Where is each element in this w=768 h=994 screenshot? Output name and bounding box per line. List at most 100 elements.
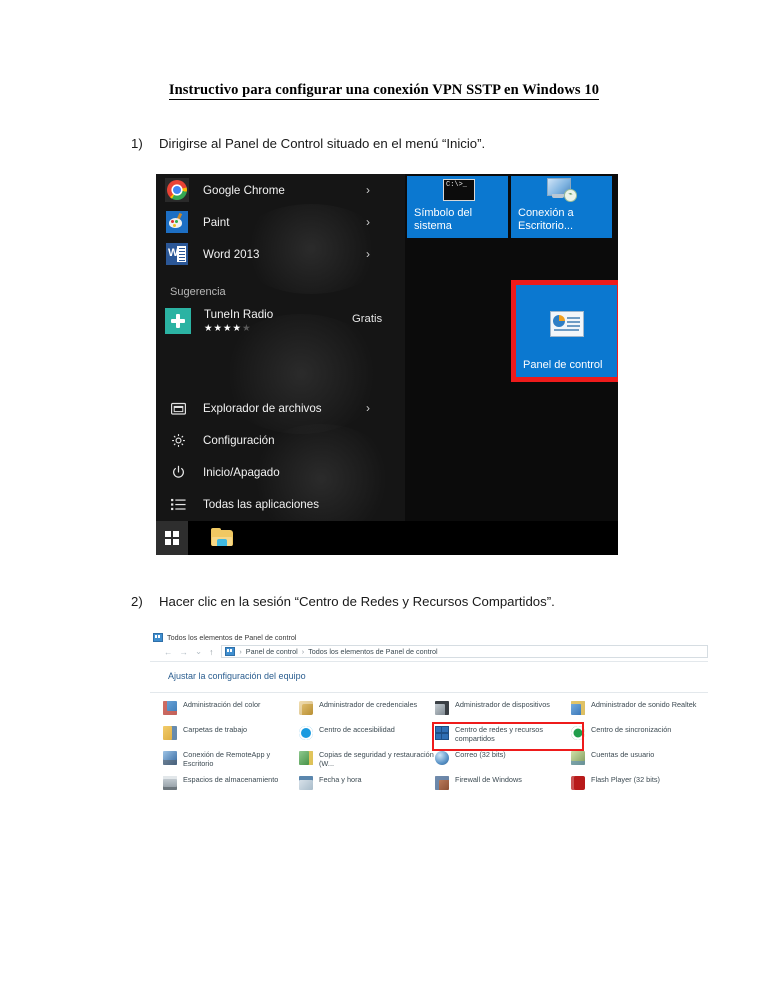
file-explorer-icon: [170, 400, 187, 417]
paint-icon: [165, 210, 189, 234]
address-bar-row: ← → ⌄ ↑ › Panel de control › Todos los e…: [150, 645, 708, 658]
storage-spaces-icon: [162, 775, 178, 791]
control-panel-item-centro-de-redes-y-recursos-compartidos[interactable]: Centro de redes y recursos compartidos: [432, 722, 584, 751]
step-2-marker: 2): [131, 594, 143, 609]
control-panel-item-label: Conexión de RemoteApp y Escritorio: [183, 750, 271, 768]
sidebar-item-configuracion[interactable]: Configuración: [156, 424, 405, 456]
file-explorer-folder-icon[interactable]: [211, 528, 233, 547]
recent-locations-icon[interactable]: ⌄: [195, 646, 202, 657]
chevron-right-icon: ›: [366, 247, 370, 261]
control-panel-item-fecha-y-hora[interactable]: Fecha y hora: [298, 774, 434, 799]
control-panel-item-label: Administrador de dispositivos: [455, 700, 550, 709]
tile-panel-de-control[interactable]: Panel de control: [511, 280, 618, 382]
user-accounts-icon: [570, 750, 586, 766]
start-menu-item-tunein-radio[interactable]: TuneIn Radio ★★★★★ Gratis: [165, 304, 405, 338]
control-panel-item-carpetas-de-trabajo[interactable]: Carpetas de trabajo: [162, 724, 298, 749]
breadcrumb-separator: ›: [301, 647, 305, 656]
page-title: Instructivo para configurar una conexión…: [0, 82, 768, 100]
up-icon[interactable]: ↑: [209, 647, 213, 657]
sidebar-item-explorador-de-archivos[interactable]: Explorador de archivos ›: [156, 392, 405, 424]
step-2: 2) Hacer clic en la sesión “Centro de Re…: [131, 594, 555, 609]
color-management-icon: [162, 700, 178, 716]
control-panel-item-label: Firewall de Windows: [455, 775, 522, 784]
control-panel-item-label: Carpetas de trabajo: [183, 725, 248, 734]
start-menu-item-word-2013[interactable]: W Word 2013 ›: [156, 238, 405, 270]
firewall-icon: [434, 775, 450, 791]
start-menu-screenshot: Google Chrome › Paint › W Word 2013 › Su…: [156, 174, 618, 555]
remoteapp-icon: [162, 750, 178, 766]
control-panel-screenshot: Todos los elementos de Panel de control …: [150, 631, 708, 811]
control-panel-window-icon: [153, 632, 163, 642]
document-page: Instructivo para configurar una conexión…: [0, 0, 768, 994]
tile-conexion-a-escritorio-remoto[interactable]: ⌁ Conexión a Escritorio...: [511, 176, 612, 238]
windows-logo-icon: [165, 531, 179, 545]
chevron-right-icon: ›: [366, 401, 370, 415]
stars-empty: ★: [242, 323, 252, 334]
tile-label: Panel de control: [523, 359, 603, 371]
control-panel-items-grid: Administración del color Carpetas de tra…: [162, 699, 708, 799]
control-panel-item-administracion-del-color[interactable]: Administración del color: [162, 699, 298, 724]
control-panel-item-label: Centro de sincronización: [591, 725, 672, 734]
control-panel-item-correo-32-bits[interactable]: Correo (32 bits): [434, 749, 570, 774]
step-2-text: Hacer clic en la sesión “Centro de Redes…: [159, 594, 555, 609]
chevron-right-icon: ›: [366, 183, 370, 197]
power-icon: [170, 464, 187, 481]
control-panel-item-label: Flash Player (32 bits): [591, 775, 660, 784]
control-panel-column-3: Administrador de dispositivos Centro de …: [432, 699, 584, 799]
control-panel-column-4: Administrador de sonido Realtek Centro d…: [570, 699, 706, 799]
control-panel-heading: Ajustar la configuración del equipo: [168, 671, 306, 681]
backup-restore-icon: [298, 750, 314, 766]
back-icon[interactable]: ←: [164, 647, 173, 657]
sidebar-item-inicio-apagado[interactable]: Inicio/Apagado: [156, 456, 405, 488]
tile-simbolo-del-sistema[interactable]: Símbolo del sistema: [407, 176, 508, 238]
control-panel-item-centro-de-sincronizacion[interactable]: Centro de sincronización: [570, 724, 706, 749]
sidebar-item-label: Todas las aplicaciones: [203, 497, 320, 511]
suggestion-header: Sugerencia: [170, 286, 226, 298]
start-menu-app-list: Google Chrome › Paint › W Word 2013 ›: [156, 174, 405, 270]
control-panel-breadcrumb-icon: [225, 647, 236, 656]
start-menu-item-paint[interactable]: Paint ›: [156, 206, 405, 238]
list-icon: [170, 496, 187, 513]
sidebar-item-todas-las-aplicaciones[interactable]: Todas las aplicaciones: [156, 488, 405, 520]
control-panel-item-flash-player-32-bits[interactable]: Flash Player (32 bits): [570, 774, 706, 799]
control-panel-item-label: Espacios de almacenamiento: [183, 775, 279, 784]
breadcrumb[interactable]: › Panel de control › Todos los elementos…: [221, 645, 708, 658]
control-panel-item-espacios-de-almacenamiento[interactable]: Espacios de almacenamiento: [162, 774, 298, 799]
start-button[interactable]: [156, 521, 188, 555]
control-panel-item-label: Cuentas de usuario: [591, 750, 655, 759]
breadcrumb-current[interactable]: Todos los elementos de Panel de control: [308, 647, 437, 656]
control-panel-item-centro-de-accesibilidad[interactable]: Centro de accesibilidad: [298, 724, 434, 749]
control-panel-item-copias-de-seguridad-y-restauracion[interactable]: Copias de seguridad y restauración (W...: [298, 749, 434, 774]
network-sharing-center-icon: [434, 725, 450, 741]
work-folders-icon: [162, 725, 178, 741]
control-panel-column-1: Administración del color Carpetas de tra…: [162, 699, 298, 799]
control-panel-item-label: Centro de accesibilidad: [319, 725, 395, 734]
suggestion-app-name: TuneIn Radio: [204, 308, 274, 321]
control-panel-item-administrador-de-credenciales[interactable]: Administrador de credenciales: [298, 699, 434, 724]
control-panel-icon: [550, 311, 584, 337]
navigation-buttons: ← → ⌄ ↑: [164, 646, 213, 657]
rating-stars: ★★★★★: [204, 323, 273, 334]
ease-of-access-icon: [298, 725, 314, 741]
breadcrumb-root[interactable]: Panel de control: [246, 647, 298, 656]
breadcrumb-separator: ›: [239, 647, 242, 656]
sidebar-item-label: Explorador de archivos: [203, 401, 322, 415]
control-panel-item-conexion-de-remoteapp-y-escritorio[interactable]: Conexión de RemoteApp y Escritorio: [162, 749, 298, 774]
divider: [150, 661, 708, 662]
control-panel-item-administrador-de-dispositivos[interactable]: Administrador de dispositivos: [434, 699, 570, 724]
stars-filled: ★★★★: [204, 323, 243, 334]
forward-icon[interactable]: →: [180, 647, 189, 657]
start-menu-item-google-chrome[interactable]: Google Chrome ›: [156, 174, 405, 206]
control-panel-item-firewall-de-windows[interactable]: Firewall de Windows: [434, 774, 570, 799]
remote-desktop-icon: ⌁: [545, 178, 577, 202]
flash-player-icon: [570, 775, 586, 791]
chevron-right-icon: ›: [366, 215, 370, 229]
control-panel-item-label: Correo (32 bits): [455, 750, 506, 759]
control-panel-item-administrador-de-sonido-realtek[interactable]: Administrador de sonido Realtek: [570, 699, 706, 724]
taskbar: [156, 521, 618, 555]
credential-manager-icon: [298, 700, 314, 716]
sidebar-item-label: Inicio/Apagado: [203, 465, 280, 479]
tile-label: Símbolo del sistema: [414, 207, 473, 232]
start-menu-system-list: Explorador de archivos › Configuración I…: [156, 392, 405, 520]
control-panel-item-cuentas-de-usuario[interactable]: Cuentas de usuario: [570, 749, 706, 774]
